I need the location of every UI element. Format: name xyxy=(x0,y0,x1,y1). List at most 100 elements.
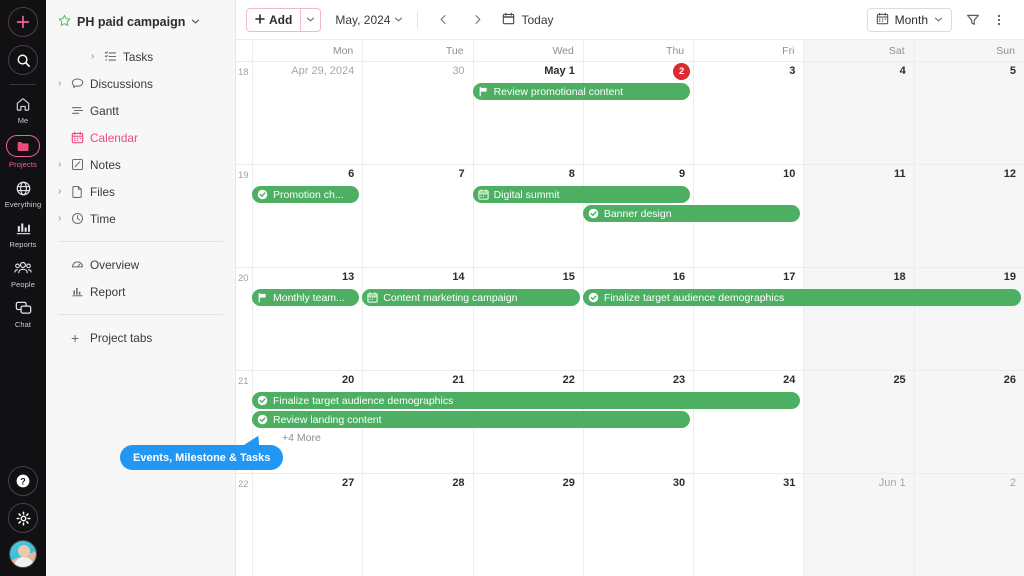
sidebar-item-tasks[interactable]: › Tasks xyxy=(46,43,235,70)
toolbar-divider xyxy=(417,10,419,29)
month-selector[interactable]: May, 2024 xyxy=(335,13,403,27)
day-number: 10 xyxy=(783,168,796,180)
calendar-week-row: 22 27 28 29 30 31 Jun 1 2 xyxy=(236,474,1024,576)
calendar-day-cell[interactable]: 25 xyxy=(803,371,914,473)
calendar-event[interactable]: Content marketing campaign xyxy=(362,289,580,306)
filter-icon[interactable] xyxy=(960,7,986,33)
sidebar-item-gantt[interactable]: › Gantt xyxy=(46,97,235,124)
rail-item-chat[interactable]: Chat xyxy=(0,293,46,333)
sidebar-item-files[interactable]: › Files xyxy=(46,178,235,205)
rail-item-reports[interactable]: Reports xyxy=(0,213,46,253)
calendar-day-cell[interactable]: 5 xyxy=(913,62,1024,164)
calendar-day-cell[interactable]: 22 xyxy=(582,62,693,164)
calendar-day-cell[interactable]: 30 xyxy=(582,474,693,576)
add-button[interactable]: Add xyxy=(246,7,322,32)
day-number: 21 xyxy=(452,374,465,386)
calendar-weeks: 18Apr 29, 202430May 122345Review promoti… xyxy=(236,62,1024,576)
event-title: Review landing content xyxy=(273,413,382,426)
next-month-button[interactable] xyxy=(466,9,488,31)
day-number: 6 xyxy=(348,168,355,180)
project-tabs-label: Project tabs xyxy=(90,330,153,345)
calendar-day-cell[interactable]: 13 xyxy=(252,268,362,370)
help-icon[interactable]: ? xyxy=(8,466,38,496)
plus-icon xyxy=(255,13,265,27)
day-number: 5 xyxy=(1009,65,1016,77)
calendar-day-cell[interactable]: 15 xyxy=(472,268,583,370)
calendar-day-cell[interactable]: Jun 1 xyxy=(803,474,914,576)
calendar-day-cell[interactable]: 29 xyxy=(472,474,583,576)
add-dropdown-button[interactable] xyxy=(300,8,320,31)
plus-icon: + xyxy=(71,329,80,346)
star-icon[interactable] xyxy=(58,14,71,30)
chevron-down-icon[interactable] xyxy=(191,15,200,29)
calendar-day-cell[interactable]: 16 xyxy=(582,268,693,370)
calendar-day-cell[interactable]: 19 xyxy=(913,268,1024,370)
rail-item-everything[interactable]: Everything xyxy=(0,173,46,213)
day-number: 24 xyxy=(783,374,796,386)
chevron-right-icon[interactable]: › xyxy=(91,51,104,62)
chevron-right-icon[interactable]: › xyxy=(58,186,71,197)
rail-item-people[interactable]: People xyxy=(0,253,46,293)
calendar-day-cell[interactable]: 12 xyxy=(913,165,1024,267)
sidebar-item-time[interactable]: › Time xyxy=(46,205,235,232)
more-events-link[interactable]: +4 More xyxy=(282,432,321,444)
rail-item-label: People xyxy=(11,280,35,289)
calendar-day-cell[interactable]: 7 xyxy=(362,165,472,267)
chevron-right-icon[interactable]: › xyxy=(58,213,71,224)
chevron-right-icon[interactable]: › xyxy=(58,159,71,170)
svg-text:?: ? xyxy=(20,476,26,486)
search-icon[interactable] xyxy=(8,45,38,75)
calendar-day-cell[interactable]: 18 xyxy=(803,268,914,370)
calendar-event[interactable]: Finalize target audience demographics xyxy=(582,289,1021,306)
calendar-day-cell[interactable]: 8 xyxy=(472,165,583,267)
calendar-day-cell[interactable]: May 1 xyxy=(472,62,583,164)
day-number: 19 xyxy=(1003,271,1016,283)
rail-item-me[interactable]: Me xyxy=(0,89,46,129)
chevron-right-icon[interactable]: › xyxy=(58,78,71,89)
calendar-day-cell[interactable]: 30 xyxy=(362,62,472,164)
check-icon xyxy=(588,208,599,219)
event-title: Review promotional content xyxy=(493,85,624,98)
calendar-day-cell[interactable]: 24 xyxy=(693,371,803,473)
calendar-event[interactable]: Finalize target audience demographics xyxy=(252,392,801,409)
sidebar-item-notes[interactable]: › Notes xyxy=(46,151,235,178)
calendar-event[interactable]: Review promotional content xyxy=(472,83,691,100)
sidebar-item-overview[interactable]: › Overview xyxy=(46,251,235,278)
day-count-badge[interactable]: 2 xyxy=(673,63,691,80)
more-vertical-icon[interactable] xyxy=(986,7,1012,33)
calendar-day-headers: Mon Tue Wed Thu Fri Sat Sun xyxy=(236,40,1024,62)
calendar-day-cell[interactable]: 6 xyxy=(252,165,362,267)
sidebar-item-report[interactable]: › Report xyxy=(46,278,235,305)
view-selector[interactable]: Month xyxy=(866,7,952,32)
calendar-event[interactable]: Monthly team... xyxy=(252,289,360,306)
prev-month-button[interactable] xyxy=(432,9,454,31)
calendar-day-cell[interactable]: 11 xyxy=(803,165,914,267)
sidebar-item-calendar[interactable]: › Calendar xyxy=(46,124,235,151)
globe-icon xyxy=(15,179,32,197)
calendar-day-cell[interactable]: 31 xyxy=(693,474,803,576)
rail-item-projects[interactable]: Projects xyxy=(0,129,46,173)
calendar-event[interactable]: Promotion ch... xyxy=(252,186,360,203)
today-button[interactable]: Today xyxy=(502,12,554,28)
calendar-event[interactable]: Banner design xyxy=(582,205,801,222)
project-header[interactable]: PH paid campaign xyxy=(46,10,235,34)
calendar-event[interactable]: Digital summit xyxy=(472,186,691,203)
settings-icon[interactable] xyxy=(8,503,38,533)
day-number: May 1 xyxy=(544,65,575,77)
calendar-day-cell[interactable]: 2 xyxy=(913,474,1024,576)
calendar-day-cell[interactable]: 27 xyxy=(252,474,362,576)
calendar-day-cell[interactable]: 3 xyxy=(693,62,803,164)
day-number: 27 xyxy=(342,477,355,489)
calendar-day-cell[interactable]: 26 xyxy=(913,371,1024,473)
calendar-event[interactable]: Review landing content xyxy=(252,411,691,428)
calendar-day-cell[interactable]: 28 xyxy=(362,474,472,576)
add-project-tabs-button[interactable]: › + Project tabs xyxy=(46,324,235,351)
calendar-day-cell[interactable]: 17 xyxy=(693,268,803,370)
calendar-day-cell[interactable]: 14 xyxy=(362,268,472,370)
day-header-thu: Thu xyxy=(582,40,693,61)
add-icon[interactable] xyxy=(8,7,38,37)
user-avatar[interactable] xyxy=(9,540,37,568)
calendar-day-cell[interactable]: Apr 29, 2024 xyxy=(252,62,362,164)
sidebar-item-discussions[interactable]: › Discussions xyxy=(46,70,235,97)
calendar-day-cell[interactable]: 4 xyxy=(803,62,914,164)
